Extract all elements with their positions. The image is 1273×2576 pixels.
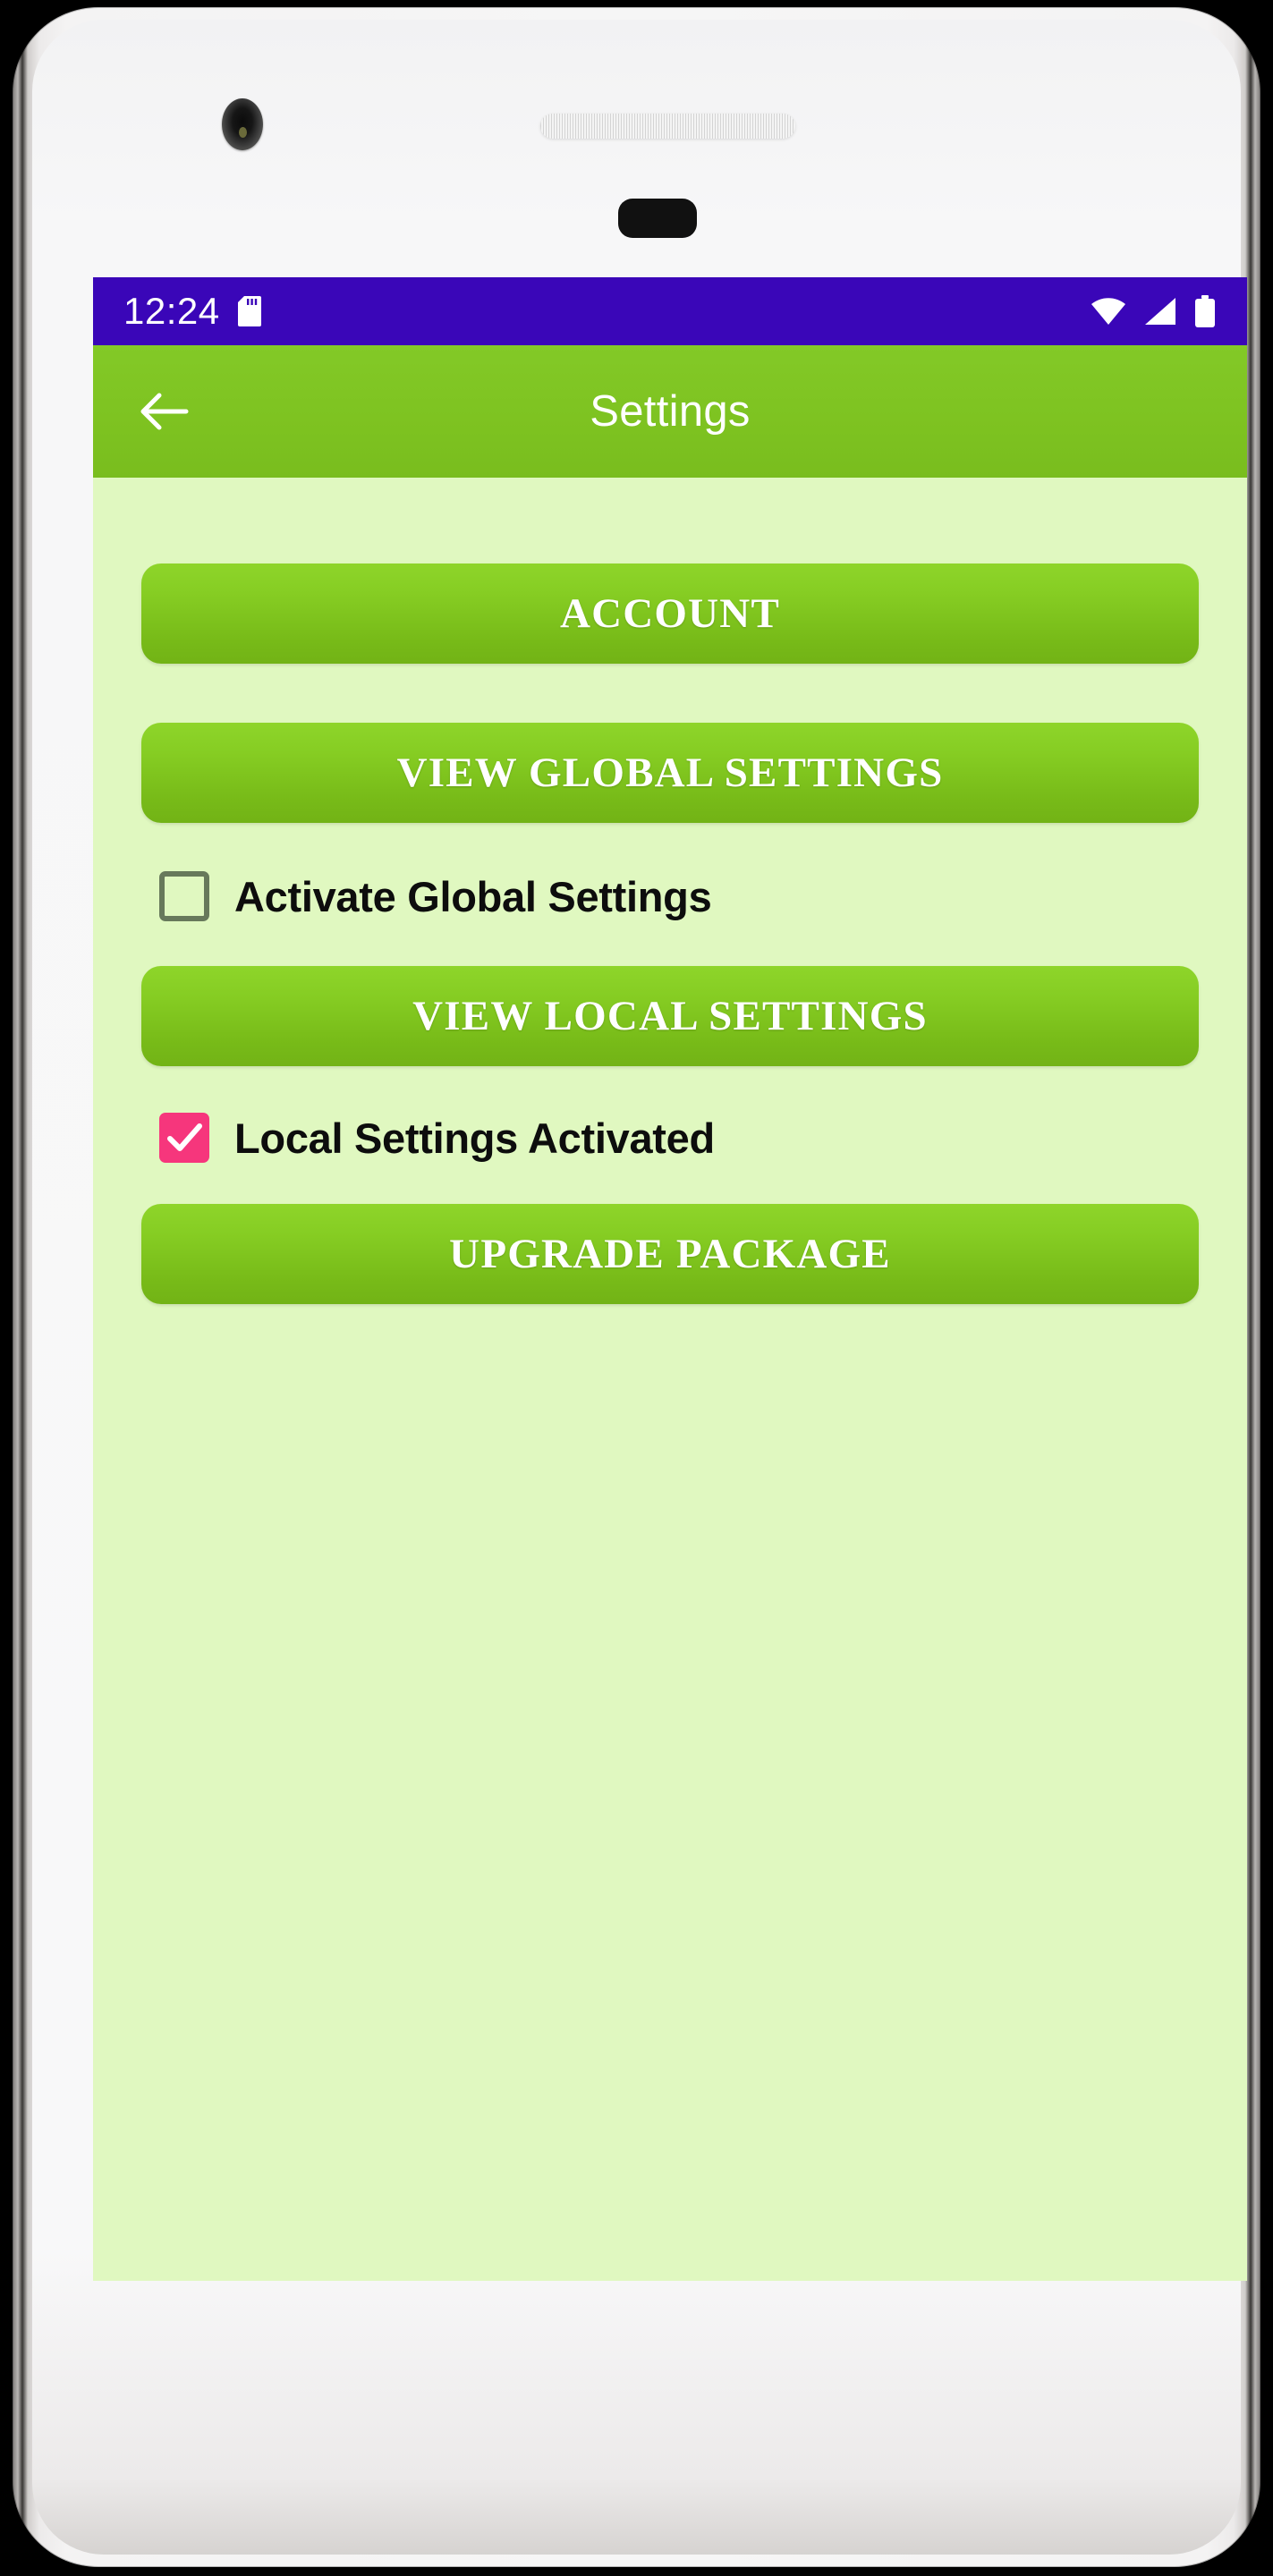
local-settings-activated-checkbox[interactable] [159, 1113, 209, 1163]
back-arrow-icon[interactable] [136, 384, 191, 439]
status-clock: 12:24 [123, 290, 220, 332]
app-bar: Settings [93, 345, 1247, 478]
view-global-settings-button[interactable]: VIEW GLOBAL SETTINGS [141, 723, 1199, 823]
phone-device-frame: 12:24 Settings ACCOUNT VIEW GLOBAL SETTI… [13, 7, 1260, 2567]
activate-global-settings-label: Activate Global Settings [234, 872, 712, 920]
local-settings-activated-row[interactable]: Local Settings Activated [141, 1113, 1199, 1163]
proximity-sensor [618, 199, 697, 238]
signal-icon [1145, 298, 1175, 325]
earpiece-speaker [540, 114, 795, 139]
activate-global-settings-checkbox[interactable] [159, 871, 209, 921]
front-camera-icon [222, 98, 263, 150]
status-bar: 12:24 [93, 277, 1247, 345]
status-bar-left: 12:24 [123, 290, 261, 333]
account-button[interactable]: ACCOUNT [141, 564, 1199, 664]
page-title: Settings [590, 387, 751, 436]
wifi-icon [1091, 298, 1125, 325]
screenshot-stage: 12:24 Settings ACCOUNT VIEW GLOBAL SETTI… [0, 0, 1273, 2576]
phone-device-body: 12:24 Settings ACCOUNT VIEW GLOBAL SETTI… [32, 20, 1247, 2555]
activate-global-settings-row[interactable]: Activate Global Settings [141, 871, 1199, 921]
status-bar-right [1091, 295, 1215, 327]
view-local-settings-button[interactable]: VIEW LOCAL SETTINGS [141, 966, 1199, 1066]
local-settings-activated-label: Local Settings Activated [234, 1114, 715, 1162]
sdcard-icon [237, 296, 261, 326]
battery-icon [1195, 295, 1215, 327]
phone-screen: 12:24 Settings ACCOUNT VIEW GLOBAL SETTI… [93, 277, 1247, 2281]
upgrade-package-button[interactable]: UPGRADE PACKAGE [141, 1204, 1199, 1304]
settings-content: ACCOUNT VIEW GLOBAL SETTINGS Activate Gl… [93, 564, 1247, 2281]
